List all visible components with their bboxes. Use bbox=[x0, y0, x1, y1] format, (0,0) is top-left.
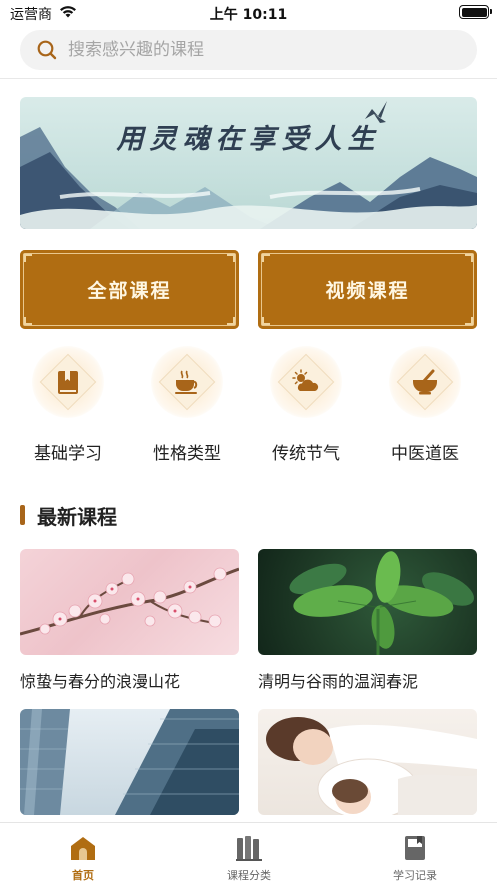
course-card[interactable]: 清明与谷雨的温润春泥 bbox=[258, 549, 477, 694]
category-label: 中医道医 bbox=[391, 444, 459, 464]
video-courses-label: 视频课程 bbox=[325, 280, 410, 302]
home-icon bbox=[71, 837, 95, 860]
tab-label: 首页 bbox=[72, 869, 94, 882]
tab-label: 课程分类 bbox=[227, 869, 271, 882]
search-icon bbox=[36, 39, 58, 65]
mortar-pestle-icon bbox=[413, 369, 437, 395]
banner[interactable]: 用灵魂在享受人生 bbox=[20, 97, 477, 229]
course-card[interactable] bbox=[20, 709, 239, 815]
tab-home[interactable]: 首页 bbox=[0, 823, 166, 883]
course-image-mother-baby bbox=[258, 709, 477, 815]
video-courses-button[interactable]: 视频课程 bbox=[258, 250, 477, 329]
search-bar[interactable] bbox=[20, 30, 477, 70]
books-icon bbox=[236, 836, 262, 861]
tab-course-categories[interactable]: 课程分类 bbox=[166, 823, 332, 883]
section-title: 最新课程 bbox=[37, 505, 117, 529]
category-personality-type[interactable]: 性格类型 bbox=[137, 346, 237, 468]
header-divider bbox=[0, 78, 497, 79]
course-title: 清明与谷雨的温润春泥 bbox=[258, 672, 419, 691]
course-image-skyscrapers bbox=[20, 709, 239, 815]
book-icon bbox=[58, 371, 78, 394]
course-title: 惊蛰与春分的浪漫山花 bbox=[20, 672, 181, 691]
course-image-green-leaves bbox=[258, 549, 477, 655]
tab-label: 学习记录 bbox=[393, 869, 437, 882]
tab-bar: 首页 课程分类 学习记录 bbox=[0, 822, 497, 883]
notebook-icon bbox=[405, 836, 425, 860]
course-card[interactable] bbox=[258, 709, 477, 815]
status-bar: 运营商 上午 10:11 bbox=[0, 0, 497, 26]
category-label: 性格类型 bbox=[153, 444, 221, 464]
category-solar-terms[interactable]: 传统节气 bbox=[256, 346, 356, 468]
all-courses-button[interactable]: 全部课程 bbox=[20, 250, 239, 329]
category-chinese-medicine[interactable]: 中医道医 bbox=[375, 346, 475, 468]
course-image-cherry-blossom bbox=[20, 549, 239, 655]
all-courses-label: 全部课程 bbox=[87, 280, 172, 302]
category-label: 基础学习 bbox=[34, 444, 102, 464]
status-time: 上午 10:11 bbox=[209, 7, 288, 23]
course-card[interactable]: 惊蛰与春分的浪漫山花 bbox=[20, 549, 239, 694]
sun-cloud-icon bbox=[292, 369, 319, 391]
tab-study-records[interactable]: 学习记录 bbox=[332, 823, 497, 883]
section-accent-bar bbox=[20, 505, 25, 525]
category-basic-learning[interactable]: 基础学习 bbox=[18, 346, 118, 468]
category-label: 传统节气 bbox=[272, 444, 340, 464]
coffee-cup-icon bbox=[175, 370, 198, 394]
banner-text: 用灵魂在享受人生 bbox=[116, 124, 381, 155]
battery-icon bbox=[459, 5, 492, 19]
search-input[interactable] bbox=[68, 30, 448, 70]
